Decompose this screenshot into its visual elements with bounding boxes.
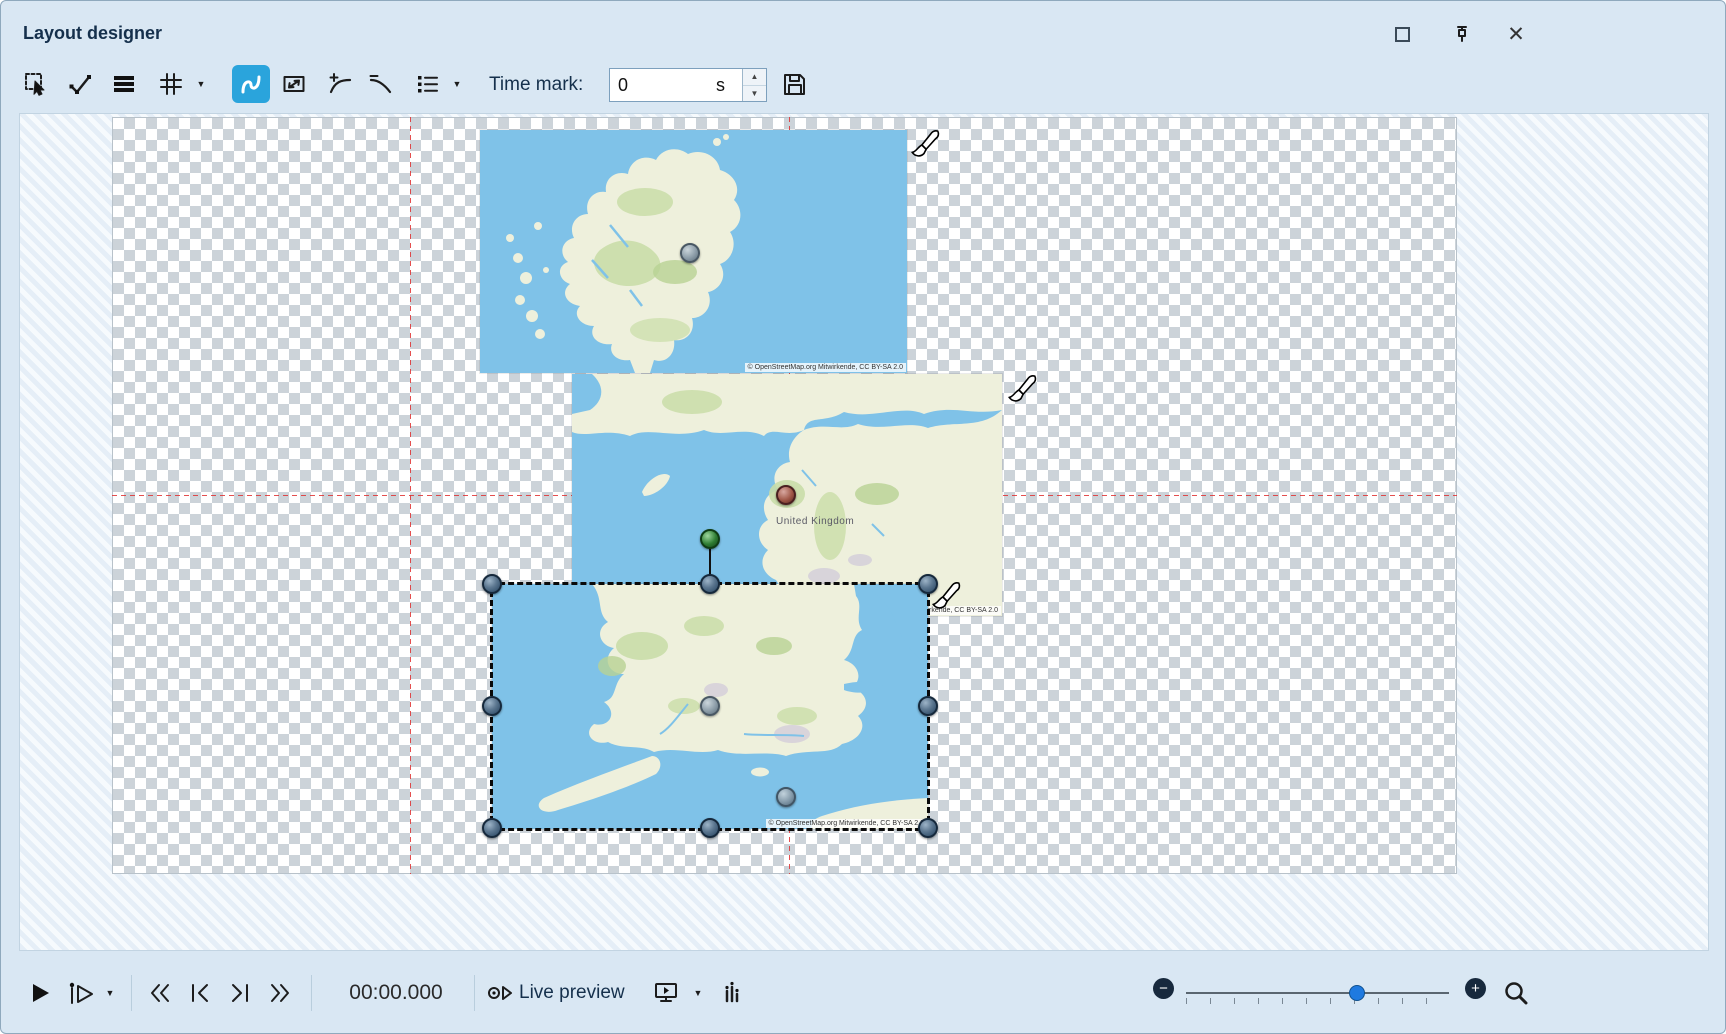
rows-button[interactable] [105,65,143,103]
grid-dropdown[interactable]: ▼ [192,65,210,103]
remove-curve-point-icon [367,71,393,97]
save-button[interactable] [775,65,813,103]
separator [474,975,475,1011]
resize-handle-middle-left[interactable] [482,696,502,716]
separator [131,975,132,1011]
pin-icon [1452,24,1472,44]
spinner-down-button[interactable]: ▼ [743,86,766,102]
zoom-out-button[interactable]: − [1153,978,1174,999]
zoom-slider-thumb[interactable] [1349,985,1365,1001]
window-title: Layout designer [23,23,162,44]
time-mark-label: Time mark: [489,74,583,96]
skip-to-start-button[interactable] [143,976,177,1010]
presenter-dropdown[interactable]: ▼ [689,976,707,1010]
resize-handle-top-center[interactable] [700,574,720,594]
toolbar: ▼ [1,57,1725,113]
pin-button[interactable] [1449,21,1475,47]
play-options-dropdown[interactable]: ▼ [101,976,119,1010]
zoom-fit-button[interactable] [1499,976,1533,1010]
save-icon [781,71,808,98]
close-icon: ✕ [1507,22,1525,47]
paintbrush-icon[interactable] [928,580,962,614]
presenter-screen-button[interactable] [649,976,683,1010]
keyframe-marker[interactable] [680,243,700,263]
maximize-button[interactable] [1389,21,1415,47]
fast-forward-icon [267,980,293,1006]
time-display: 00:00.000 [326,981,466,1005]
spinner-up-button[interactable]: ▲ [743,69,766,86]
list-button[interactable] [408,65,446,103]
magnifier-icon [1502,979,1530,1007]
resize-handle-bottom-center[interactable] [700,818,720,838]
canvas: © OpenStreetMap.org Mitwirkende, CC BY-S… [19,113,1709,951]
keyframe-marker-active[interactable] [776,485,796,505]
path-check-button[interactable] [61,65,99,103]
grid-icon [158,71,184,97]
play-from-marker-icon [66,980,94,1006]
levels-button[interactable] [715,976,749,1010]
resize-handle-top-left[interactable] [482,574,502,594]
select-tool-icon [23,71,49,97]
grid-button[interactable] [152,65,190,103]
maximize-icon [1395,27,1410,42]
list-icon [414,71,440,97]
live-preview-icon [486,980,514,1006]
separator [311,975,312,1011]
skip-start-icon [147,980,173,1006]
transport-bar: ▼ 00:00.000 [1,951,1725,1034]
time-mark-group: s ▲ ▼ [609,68,767,102]
time-mark-unit: s [716,69,742,101]
previous-icon [187,980,213,1006]
titlebar: Layout designer ✕ [1,1,1725,57]
levels-icon [719,980,745,1006]
play-from-marker-button[interactable] [63,976,97,1010]
next-button[interactable] [223,976,257,1010]
select-tool-button[interactable] [17,65,55,103]
resize-handle-bottom-left[interactable] [482,818,502,838]
remove-curve-point-button[interactable] [361,65,399,103]
keyframe-marker[interactable] [700,696,720,716]
resize-handle-bottom-right[interactable] [918,818,938,838]
play-icon [27,980,53,1006]
time-mark-spinner: ▲ ▼ [742,69,766,101]
time-mark-input[interactable] [610,69,716,101]
paintbrush-icon[interactable] [907,128,941,162]
transform-frame-button[interactable] [275,65,313,103]
layout-designer-window: Layout designer ✕ [0,0,1726,1034]
next-icon [227,980,253,1006]
live-preview-button[interactable] [483,976,517,1010]
rotation-handle[interactable] [700,529,720,549]
paintbrush-icon[interactable] [1004,373,1038,407]
fast-forward-button[interactable] [263,976,297,1010]
zoom-in-button[interactable]: + [1465,978,1486,999]
previous-button[interactable] [183,976,217,1010]
map-attribution: © OpenStreetMap.org Mitwirkende, CC BY-S… [745,363,906,372]
transform-frame-icon [281,71,307,97]
presenter-screen-icon [653,980,679,1006]
zoom-slider-ticks [1186,998,1450,1004]
zoom-slider-track[interactable] [1186,992,1449,994]
curve-icon [237,70,265,98]
keyframe-marker[interactable] [776,787,796,807]
resize-handle-middle-right[interactable] [918,696,938,716]
list-dropdown[interactable]: ▼ [448,65,466,103]
live-preview-label: Live preview [519,982,625,1004]
rows-icon [111,71,137,97]
add-curve-point-icon [327,71,353,97]
add-curve-point-button[interactable] [321,65,359,103]
close-button[interactable]: ✕ [1503,21,1529,47]
play-button[interactable] [23,976,57,1010]
map-place-label: United Kingdom [776,516,854,527]
path-check-icon [67,71,93,97]
curve-tool-button[interactable] [232,65,270,103]
